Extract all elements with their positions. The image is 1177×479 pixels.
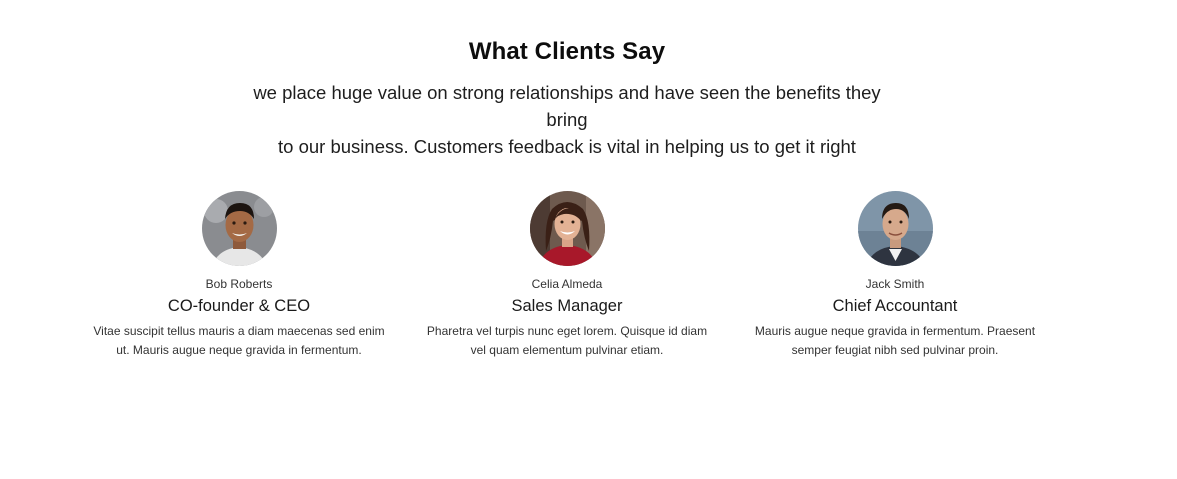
client-role: Sales Manager — [511, 297, 623, 315]
client-quote-line-2: vel quam elementum pulvinar etiam. — [470, 343, 664, 357]
testimonial-card: Jack Smith Chief Accountant Mauris augue… — [740, 191, 1050, 360]
client-role: Chief Accountant — [832, 297, 958, 315]
woman-portrait-photo-icon — [529, 191, 605, 266]
section-subtitle: we place huge value on strong relationsh… — [235, 79, 899, 160]
client-quote-line-2: semper feugiat nibh sed pulvinar proin. — [791, 343, 999, 357]
client-name: Jack Smith — [865, 277, 925, 291]
section-subtitle-line-1: we place huge value on strong relationsh… — [253, 82, 881, 130]
client-name: Bob Roberts — [205, 277, 273, 291]
section-title: What Clients Say — [468, 38, 666, 65]
testimonials-section: What Clients Say we place huge value on … — [0, 0, 1177, 479]
avatar — [201, 191, 277, 266]
client-quote-line-1: Vitae suscipit tellus mauris a diam maec… — [93, 324, 385, 338]
testimonial-card: Celia Almeda Sales Manager Pharetra vel … — [412, 191, 722, 360]
avatar — [529, 191, 605, 266]
avatar — [857, 191, 933, 266]
section-subtitle-line-2: to our business. Customers feedback is v… — [278, 136, 856, 157]
client-quote-line-1: Mauris augue neque gravida in fermentum.… — [754, 324, 1036, 338]
testimonial-card: Bob Roberts CO-founder & CEO Vitae susci… — [84, 191, 394, 360]
client-quote-line-1: Pharetra vel turpis nunc eget lorem. Qui… — [426, 324, 708, 338]
client-quote-line-2: ut. Mauris augue neque gravida in fermen… — [116, 343, 362, 357]
man-portrait-photo-icon — [857, 191, 933, 266]
client-quote: Vitae suscipit tellus mauris a diam maec… — [84, 322, 394, 360]
client-name: Celia Almeda — [531, 277, 603, 291]
man-portrait-photo-icon — [201, 191, 277, 266]
client-quote: Mauris augue neque gravida in fermentum.… — [740, 322, 1050, 360]
client-quote: Pharetra vel turpis nunc eget lorem. Qui… — [412, 322, 722, 360]
client-role: CO-founder & CEO — [167, 297, 311, 315]
